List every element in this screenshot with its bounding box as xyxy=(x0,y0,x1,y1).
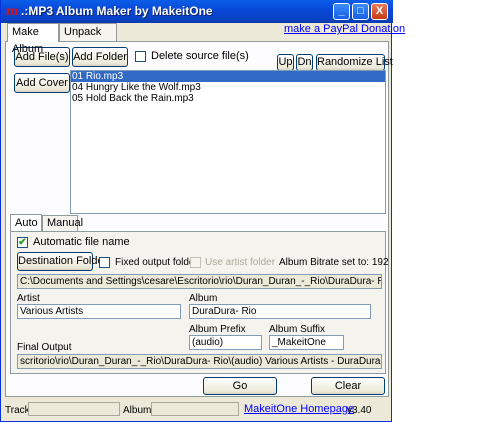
down-button[interactable]: Dn xyxy=(296,54,313,71)
use-artist-folder-checkbox[interactable] xyxy=(190,257,201,268)
tab-manual[interactable]: Manual xyxy=(42,215,83,231)
artist-field[interactable]: Various Artists xyxy=(17,304,181,319)
add-cover-button[interactable]: Add Cover xyxy=(14,73,70,93)
track-status-box xyxy=(28,402,120,416)
list-item[interactable]: 04 Hungry Like the Wolf.mp3 xyxy=(71,82,385,93)
app-window: m .:MP3 Album Maker by MakeitOne _ □ X M… xyxy=(0,0,405,422)
app-icon: m xyxy=(5,4,19,18)
album-status-label: Album xyxy=(123,405,152,416)
close-button[interactable]: X xyxy=(371,3,388,20)
minimize-button[interactable]: _ xyxy=(333,3,350,20)
album-suffix-field[interactable]: _MakeitOne xyxy=(269,335,344,350)
title-bar[interactable]: m .:MP3 Album Maker by MakeitOne _ □ X xyxy=(1,0,393,23)
window-title: .:MP3 Album Maker by MakeitOne xyxy=(21,4,213,18)
auto-panel: ✔ Automatic file name Destination Folder… xyxy=(10,231,389,374)
list-item[interactable]: 01 Rio.mp3 xyxy=(71,71,385,82)
clear-button[interactable]: Clear xyxy=(311,377,385,395)
album-status-box xyxy=(151,402,239,416)
homepage-link[interactable]: MakeitOne Homepage xyxy=(244,403,354,415)
album-prefix-field[interactable]: (audio) xyxy=(189,335,262,350)
destination-folder-button[interactable]: Destination Folder xyxy=(17,252,107,271)
paypal-donation-link[interactable]: make a PayPal Donation xyxy=(284,23,405,35)
version-label: v3.40 xyxy=(347,405,372,416)
use-artist-folder-label: Use artist folder xyxy=(205,257,276,268)
tab-make-album[interactable]: Make Album xyxy=(7,23,59,55)
file-listbox[interactable]: 01 Rio.mp3 04 Hungry Like the Wolf.mp3 0… xyxy=(70,70,386,214)
automatic-file-name-label: Automatic file name xyxy=(33,236,130,248)
go-button[interactable]: Go xyxy=(203,377,277,395)
fixed-output-folder-label: Fixed output folder xyxy=(115,257,198,268)
fixed-output-folder-checkbox[interactable] xyxy=(99,257,110,268)
album-field[interactable]: DuraDura- Rio xyxy=(189,304,371,319)
album-bitrate-label: Album Bitrate set to: 192 xyxy=(279,257,389,268)
randomize-list-button[interactable]: Randomize List xyxy=(316,54,393,71)
maximize-button[interactable]: □ xyxy=(352,3,369,20)
tab-auto[interactable]: Auto xyxy=(10,214,42,231)
tab-unpack-album[interactable]: Unpack Album xyxy=(59,23,117,55)
list-item[interactable]: 05 Hold Back the Rain.mp3 xyxy=(71,93,385,104)
delete-source-checkbox[interactable] xyxy=(135,51,146,62)
track-label: Track xyxy=(5,405,30,416)
up-button[interactable]: Up xyxy=(277,54,294,71)
add-folder-button[interactable]: Add Folder xyxy=(72,47,128,67)
final-output-field[interactable]: scritorio\rio\Duran_Duran_-_Rio\DuraDura… xyxy=(17,354,382,369)
make-album-panel: Add File(s) Add Folder Delete source fil… xyxy=(5,41,393,397)
destination-path-field[interactable]: C:\Documents and Settings\cesare\Escrito… xyxy=(17,274,382,289)
delete-source-label: Delete source file(s) xyxy=(151,50,249,62)
automatic-file-name-checkbox[interactable]: ✔ xyxy=(17,237,28,248)
final-output-label: Final Output xyxy=(17,342,72,353)
